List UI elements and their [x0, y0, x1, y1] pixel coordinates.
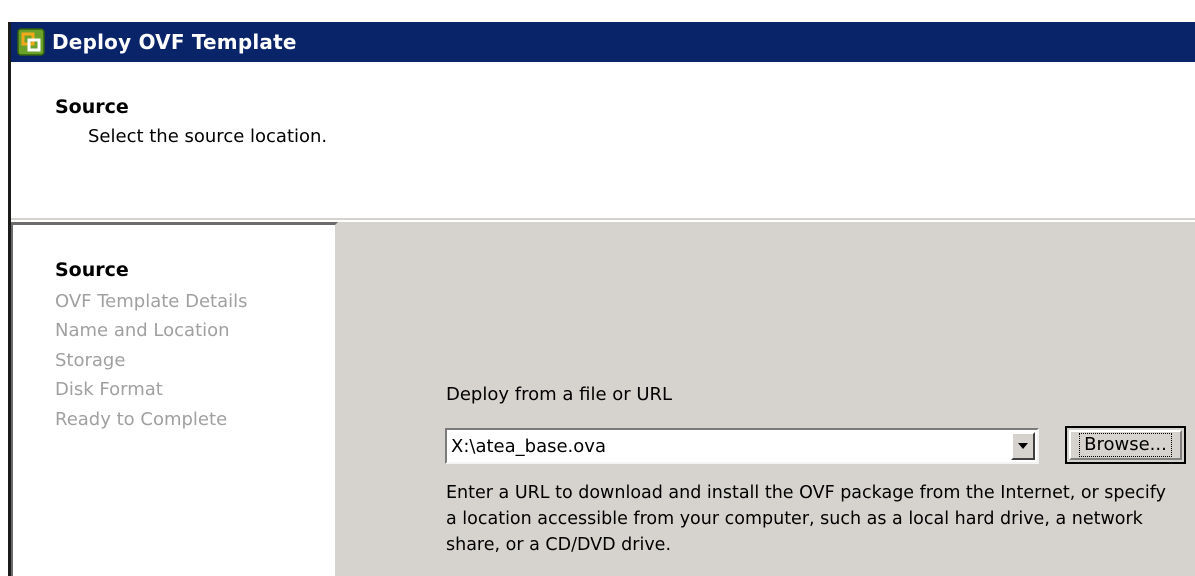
title-bar[interactable]: Deploy OVF Template — [11, 22, 1195, 62]
browse-button[interactable]: Browse... — [1065, 426, 1186, 464]
chevron-down-icon — [1018, 443, 1028, 449]
source-location-value[interactable]: X:\atea_base.ova — [451, 436, 606, 457]
window-title: Deploy OVF Template — [52, 30, 297, 54]
header-subtitle: Select the source location. — [88, 126, 328, 147]
browse-button-label: Browse... — [1079, 433, 1172, 457]
dropdown-button[interactable] — [1011, 432, 1035, 460]
header-title: Source — [55, 96, 129, 118]
step-storage[interactable]: Storage — [55, 350, 125, 371]
browse-button-face: Browse... — [1069, 430, 1182, 460]
source-location-combobox[interactable]: X:\atea_base.ova — [445, 428, 1039, 464]
wizard-header: Source Select the source location. — [11, 62, 1195, 220]
wizard-content-panel: Deploy from a file or URL X:\atea_base.o… — [338, 222, 1195, 576]
wizard-steps-panel: Source OVF Template Details Name and Loc… — [11, 222, 338, 576]
deploy-ovf-window: Deploy OVF Template Source Select the so… — [8, 22, 1195, 576]
step-source[interactable]: Source — [55, 259, 129, 281]
deploy-source-label: Deploy from a file or URL — [446, 384, 673, 405]
source-help-text: Enter a URL to download and install the … — [446, 483, 1166, 555]
step-name-and-location[interactable]: Name and Location — [55, 320, 230, 341]
vsphere-app-icon — [16, 27, 46, 57]
step-disk-format[interactable]: Disk Format — [55, 379, 163, 400]
step-ovf-template-details[interactable]: OVF Template Details — [55, 291, 248, 312]
step-ready-to-complete[interactable]: Ready to Complete — [55, 409, 227, 430]
